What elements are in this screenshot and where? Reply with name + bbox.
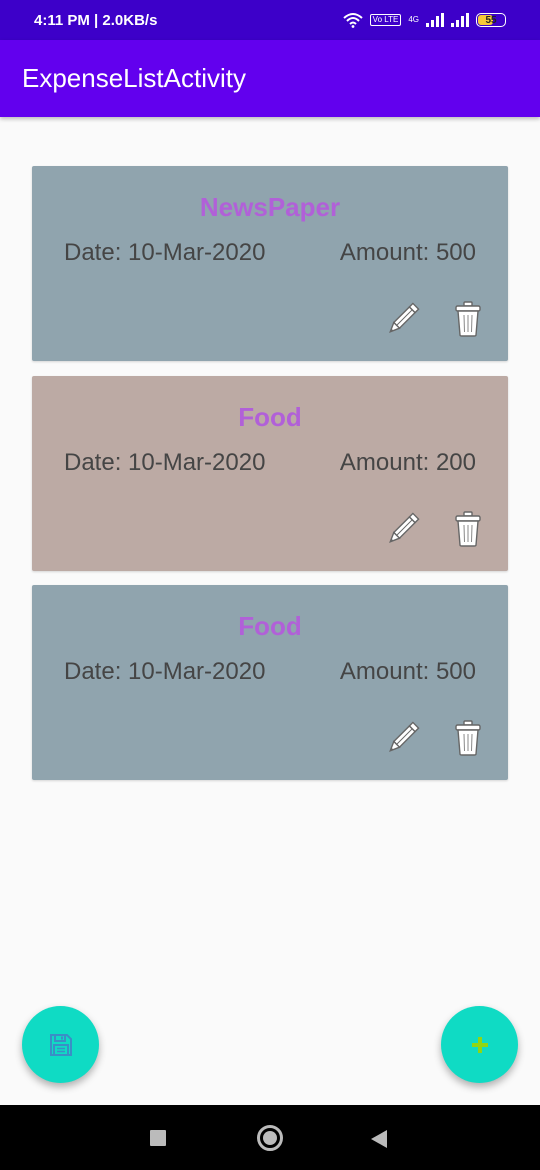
expense-name: NewsPaper <box>199 192 341 222</box>
signal-icon <box>426 13 444 27</box>
expense-amount: Amount: 200 <box>339 449 476 476</box>
recents-button[interactable] <box>150 1130 166 1146</box>
expense-card[interactable]: Food Date: 10-Mar-2020 Amount: 500 <box>32 585 508 780</box>
expense-amount: Amount: 500 <box>339 658 476 685</box>
status-icons: Vo LTE 4G 55 <box>343 12 506 28</box>
battery-icon: 55 <box>476 13 506 27</box>
floppy-disk-icon <box>49 1033 72 1056</box>
save-fab-button[interactable] <box>22 1006 99 1083</box>
trash-icon[interactable] <box>454 300 482 338</box>
status-bar: 4:11 PM | 2.0KB/s Vo LTE 4G 55 <box>0 0 540 40</box>
pencil-icon[interactable] <box>384 719 422 757</box>
trash-icon[interactable] <box>454 510 482 548</box>
system-navigation-bar <box>0 1105 540 1170</box>
trash-icon[interactable] <box>454 719 482 757</box>
signal-icon-2 <box>451 13 469 27</box>
volte-icon: Vo LTE <box>369 14 402 26</box>
add-expense-fab-button[interactable] <box>441 1006 518 1083</box>
back-button[interactable] <box>371 1130 387 1148</box>
wifi-icon <box>343 13 363 28</box>
status-time: 4:11 PM | 2.0KB/s <box>34 11 158 29</box>
home-button[interactable] <box>257 1125 283 1151</box>
expense-date: Date: 10-Mar-2020 <box>64 449 266 476</box>
expense-card[interactable]: Food Date: 10-Mar-2020 Amount: 200 <box>32 376 508 571</box>
page-title: ExpenseListActivity <box>22 63 246 93</box>
expense-date: Date: 10-Mar-2020 <box>64 239 266 266</box>
app-toolbar: ExpenseListActivity <box>0 40 540 117</box>
pencil-icon[interactable] <box>384 300 422 338</box>
plus-icon <box>471 1036 488 1053</box>
expense-date: Date: 10-Mar-2020 <box>64 658 266 685</box>
pencil-icon[interactable] <box>384 510 422 548</box>
expense-name: Food <box>238 402 302 432</box>
expense-name: Food <box>238 611 302 641</box>
battery-level: 55 <box>485 14 497 26</box>
network-type: 4G <box>408 15 419 24</box>
expense-amount: Amount: 500 <box>339 239 476 266</box>
expense-card[interactable]: NewsPaper Date: 10-Mar-2020 Amount: 500 <box>32 166 508 361</box>
